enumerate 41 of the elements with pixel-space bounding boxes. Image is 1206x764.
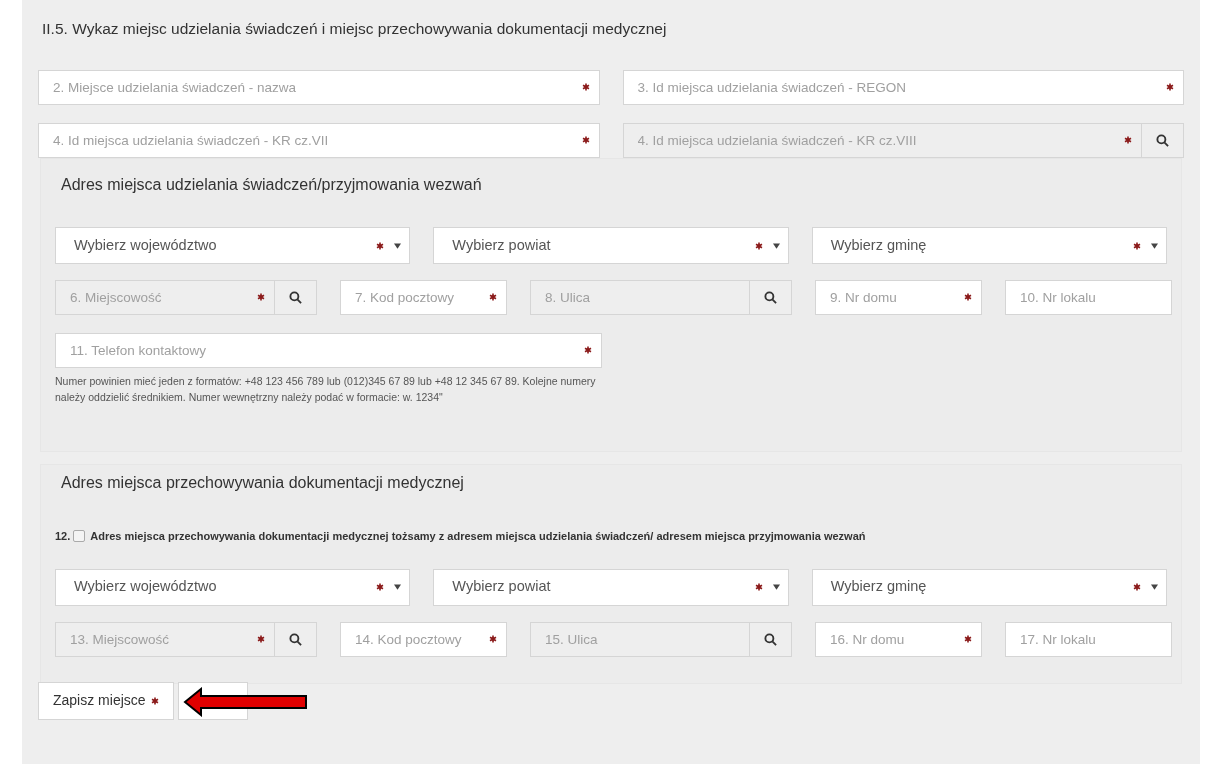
search-icon xyxy=(764,291,777,304)
search-icon xyxy=(289,291,302,304)
panel-title: Adres miejsca udzielania świadczeń/przyjmowania wezwań xyxy=(61,175,483,195)
item-number: 12. xyxy=(55,529,71,544)
search-icon xyxy=(289,632,302,646)
help-text: Numer powinien mieć jeden z formatów: +48 123 456 789 lub (012)345 67 89 lub +48 12 345 67 89. Kolejne numery należy oddzielić średnikiem. Numer wewnętrzny należy podać w formacie: w. 1234" xyxy=(55,374,597,405)
select-field[interactable]: Wybierz województwo xyxy=(55,568,411,606)
input-field[interactable]: 2. Miejsce udzielania świadczeń - nazwa xyxy=(38,70,600,105)
caret-icon xyxy=(394,242,402,249)
input-field[interactable]: 7. Kod pocztowy xyxy=(340,280,507,315)
input-field[interactable]: 14. Kod pocztowy xyxy=(340,621,507,657)
input-field[interactable]: 17. Nr lokalu xyxy=(1005,621,1172,657)
section-heading: II.5. Wykaz miejsc udzielania świadczeń i miejsc przechowywania dokumentacji medycznej xyxy=(42,19,668,39)
panel-title: Adres miejsca przechowywania dokumentacji medycznej xyxy=(61,473,465,493)
select-placeholder: Wybierz gminę xyxy=(830,235,928,255)
select-placeholder: Wybierz województwo xyxy=(74,235,218,255)
select-placeholder: Wybierz powiat xyxy=(452,235,552,255)
caret-icon xyxy=(1151,584,1158,590)
select-field[interactable]: Wybierz powiat xyxy=(433,227,789,264)
select-placeholder: Wybierz powiat xyxy=(452,577,552,597)
input-field[interactable]: 9. Nr domu xyxy=(815,280,982,315)
select-field[interactable]: Wybierz powiat xyxy=(433,568,789,606)
select-field[interactable]: Wybierz gminę xyxy=(811,227,1167,264)
input-field[interactable]: 10. Nr lokalu xyxy=(1005,280,1172,315)
input-field[interactable]: 16. Nr domu xyxy=(815,621,982,657)
checkbox[interactable] xyxy=(73,530,86,543)
select-placeholder: Wybierz województwo xyxy=(74,577,218,597)
input-field[interactable]: 11. Telefon kontaktowy xyxy=(55,333,602,368)
input-field[interactable]: 4. Id miejsca udzielania świadczeń - KR cz.VII xyxy=(38,123,600,158)
select-field[interactable]: Wybierz województwo xyxy=(55,227,411,264)
select-field[interactable]: Wybierz gminę xyxy=(811,568,1167,606)
search-icon xyxy=(1156,134,1169,147)
caret-icon xyxy=(772,242,780,249)
select-placeholder: Wybierz gminę xyxy=(830,577,928,597)
checkbox-label: Adres miejsca przechowywania dokumentacji medycznej tożsamy z adresem miejsca udzielania świadczeń/ adresem miejsca przyjmowania wezwań xyxy=(90,529,866,544)
caret-icon xyxy=(772,584,780,590)
search-icon xyxy=(764,632,777,646)
caret-icon xyxy=(1151,242,1158,249)
save-button[interactable]: Zapisz miejsce xyxy=(38,681,174,720)
input-field[interactable]: 3. Id miejsca udzielania świadczeń - REGON xyxy=(622,70,1184,105)
caret-icon xyxy=(394,584,402,590)
